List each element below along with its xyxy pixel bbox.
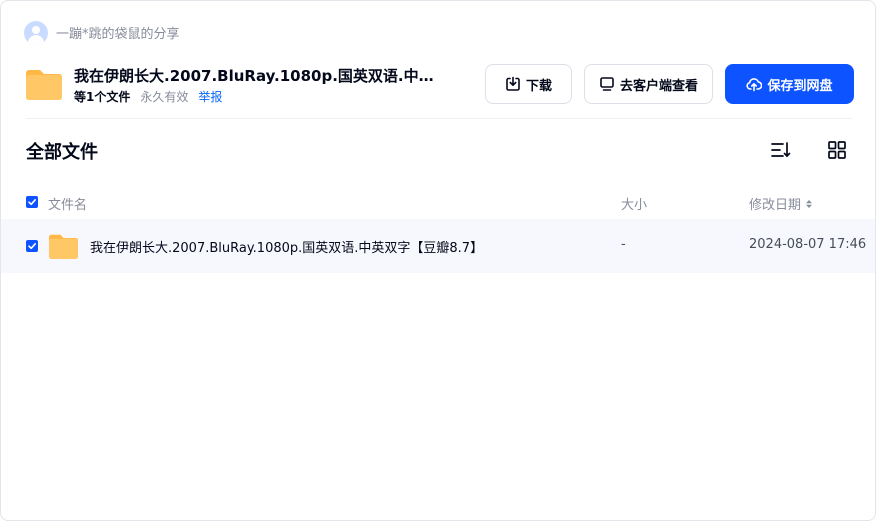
- share-page: 一蹦*跳的袋鼠的分享 我在伊朗长大.2007.BluRay.1080p.国英双语…: [0, 0, 876, 521]
- file-size: -: [621, 237, 626, 252]
- row-checkbox[interactable]: [26, 240, 38, 252]
- column-header-name: 文件名: [48, 198, 88, 213]
- validity-text: 永久有效: [140, 90, 189, 104]
- monitor-icon: [600, 77, 614, 91]
- open-client-button[interactable]: 去客户端查看: [584, 64, 713, 104]
- section-title: 全部文件: [26, 142, 98, 163]
- save-to-drive-button[interactable]: 保存到网盘: [725, 64, 854, 104]
- folder-icon: [26, 70, 62, 100]
- file-name[interactable]: 我在伊朗长大.2007.BluRay.1080p.国英双语.中英双字【豆瓣8.7…: [90, 237, 483, 256]
- save-to-drive-label: 保存到网盘: [767, 78, 833, 94]
- sharer-info: 一蹦*跳的袋鼠的分享: [24, 20, 180, 45]
- folder-icon: [49, 234, 78, 259]
- table-header: 文件名 大小 修改日期: [1, 185, 875, 219]
- sort-caret-icon: [806, 199, 813, 208]
- column-header-modified-label: 修改日期: [749, 198, 802, 213]
- grid-view-icon[interactable]: [826, 139, 848, 161]
- download-label: 下载: [525, 78, 552, 94]
- column-header-modified[interactable]: 修改日期: [749, 194, 813, 213]
- header-divider: [26, 118, 852, 119]
- file-modified: 2024-08-07 17:46: [749, 237, 867, 252]
- select-all-checkbox[interactable]: [26, 196, 38, 208]
- user-avatar-icon: [24, 20, 48, 45]
- column-header-size: 大小: [621, 198, 648, 213]
- file-count: 等1个文件: [74, 90, 131, 104]
- sharer-name: 一蹦*跳的袋鼠的分享: [56, 27, 180, 42]
- download-button[interactable]: 下载: [485, 64, 572, 104]
- check-icon: [28, 199, 36, 206]
- check-icon: [28, 243, 36, 250]
- open-client-label: 去客户端查看: [619, 78, 698, 94]
- cloud-upload-icon: [746, 78, 763, 92]
- download-icon: [506, 76, 520, 91]
- report-link[interactable]: 举报: [198, 88, 222, 105]
- share-title: 我在伊朗长大.2007.BluRay.1080p.国英双语.中英...: [74, 67, 434, 85]
- share-meta: 等1个文件 永久有效 举报: [74, 88, 222, 105]
- sort-list-icon[interactable]: [770, 139, 792, 161]
- table-row[interactable]: 我在伊朗长大.2007.BluRay.1080p.国英双语.中英双字【豆瓣8.7…: [1, 219, 875, 273]
